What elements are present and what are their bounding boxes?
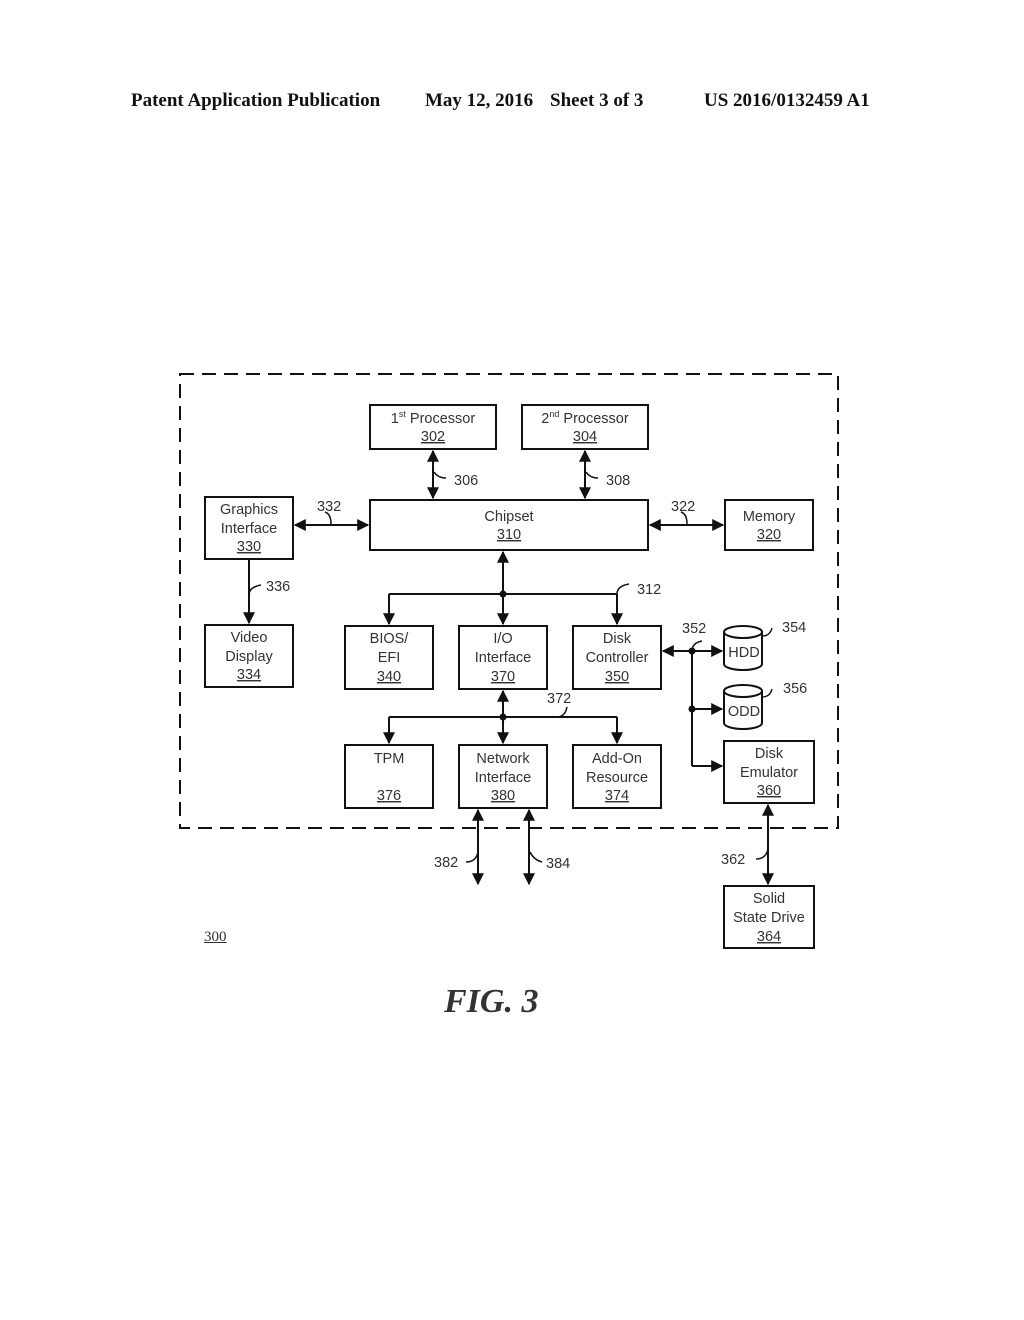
block-tpm: TPM 376 [344, 744, 434, 809]
svg-text:332: 332 [317, 499, 341, 515]
svg-text:Interface: Interface [221, 521, 277, 537]
block-solid-state-drive: Solid State Drive 364 [723, 885, 815, 949]
svg-text:Resource: Resource [586, 770, 648, 786]
svg-text:340: 340 [377, 669, 401, 685]
svg-text:362: 362 [721, 852, 745, 868]
svg-text:TPM: TPM [374, 751, 405, 767]
connection-312: 312 [383, 550, 661, 626]
block-processor-1: 1st Processor 302 [369, 404, 497, 450]
svg-text:Interface: Interface [475, 650, 531, 666]
svg-text:350: 350 [605, 669, 629, 685]
svg-text:308: 308 [606, 473, 630, 489]
svg-text:330: 330 [237, 539, 261, 555]
figure-label: FIG. 3 [444, 983, 539, 1020]
svg-text:310: 310 [497, 527, 521, 543]
svg-text:EFI: EFI [378, 650, 401, 666]
svg-text:304: 304 [573, 429, 597, 445]
svg-text:382: 382 [434, 855, 458, 871]
svg-text:Graphics: Graphics [220, 502, 278, 518]
svg-text:Add-On: Add-On [592, 751, 642, 767]
svg-text:336: 336 [266, 579, 290, 595]
svg-text:312: 312 [637, 582, 661, 598]
svg-text:322: 322 [671, 499, 695, 515]
svg-text:364: 364 [757, 929, 781, 945]
block-io-interface: I/O Interface 370 [458, 625, 548, 690]
svg-text:370: 370 [491, 669, 515, 685]
svg-text:372: 372 [547, 691, 571, 707]
block-processor-2: 2nd Processor 304 [521, 404, 649, 450]
svg-text:352: 352 [682, 621, 706, 637]
connection-306: 306 [427, 449, 478, 500]
svg-text:BIOS/: BIOS/ [370, 631, 410, 647]
block-hdd: HDD [723, 625, 763, 671]
svg-text:Disk: Disk [603, 631, 632, 647]
block-add-on-resource: Add-On Resource 374 [572, 744, 662, 809]
block-network-interface: Network Interface 380 [458, 744, 548, 809]
svg-text:Memory: Memory [743, 509, 796, 525]
connection-382: 382 [434, 808, 484, 886]
connection-362: 362 [721, 803, 774, 886]
block-memory: Memory 320 [724, 499, 814, 551]
svg-text:Disk: Disk [755, 746, 784, 762]
connection-336: 336 [243, 560, 290, 625]
block-disk-emulator: Disk Emulator 360 [723, 740, 815, 804]
block-video-display: Video Display 334 [204, 624, 294, 688]
svg-text:I/O: I/O [493, 631, 512, 647]
connection-308: 308 [579, 449, 630, 500]
svg-text:Chipset: Chipset [484, 509, 533, 525]
svg-text:306: 306 [454, 473, 478, 489]
block-bios-efi: BIOS/ EFI 340 [344, 625, 434, 690]
svg-text:380: 380 [491, 788, 515, 804]
block-chipset: Chipset 310 [369, 499, 649, 551]
svg-text:320: 320 [757, 527, 781, 543]
connection-384: 384 [523, 808, 570, 886]
block-graphics-interface: Graphics Interface 330 [204, 496, 294, 560]
svg-text:384: 384 [546, 856, 570, 872]
svg-text:360: 360 [757, 783, 781, 799]
svg-text:Network: Network [476, 751, 530, 767]
svg-text:State Drive: State Drive [733, 910, 805, 926]
svg-text:Interface: Interface [475, 770, 531, 786]
svg-text:376: 376 [377, 788, 401, 804]
svg-text:Controller: Controller [586, 650, 649, 666]
connection-332: 332 [293, 499, 370, 531]
connection-372: 372 [383, 689, 623, 745]
svg-text:354: 354 [782, 620, 806, 636]
svg-text:356: 356 [783, 681, 807, 697]
block-odd: ODD [723, 684, 763, 730]
svg-text:334: 334 [237, 667, 261, 683]
svg-text:374: 374 [605, 788, 629, 804]
svg-text:Display: Display [225, 649, 273, 665]
system-reference-number: 300 [204, 929, 227, 945]
connection-322: 322 [648, 499, 725, 531]
svg-text:302: 302 [421, 429, 445, 445]
svg-text:Emulator: Emulator [740, 765, 798, 781]
svg-text:ODD: ODD [728, 704, 760, 720]
block-diagram: 1st Processor 302 2nd Processor 304 Chip… [179, 373, 839, 949]
svg-text:Video: Video [231, 630, 268, 646]
svg-text:HDD: HDD [728, 645, 759, 661]
block-disk-controller: Disk Controller 350 [572, 625, 662, 690]
svg-text:Solid: Solid [753, 891, 785, 907]
